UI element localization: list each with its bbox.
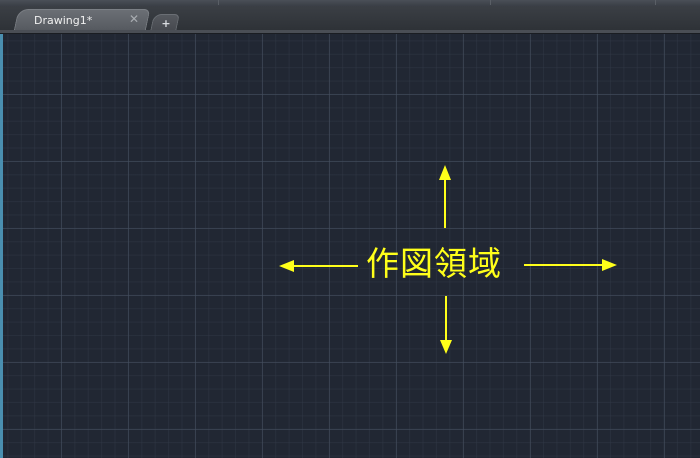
arrow-left-icon bbox=[279, 260, 358, 272]
drawing-area-annotation-label: 作図領域 bbox=[366, 244, 502, 283]
arrow-down-icon bbox=[440, 296, 452, 354]
arrow-right-icon bbox=[524, 259, 617, 271]
annotation-arrows bbox=[279, 165, 617, 354]
cad-application: Drawing1* ✕ + 作図領域 bbox=[0, 0, 700, 458]
arrow-up-icon bbox=[439, 165, 451, 228]
